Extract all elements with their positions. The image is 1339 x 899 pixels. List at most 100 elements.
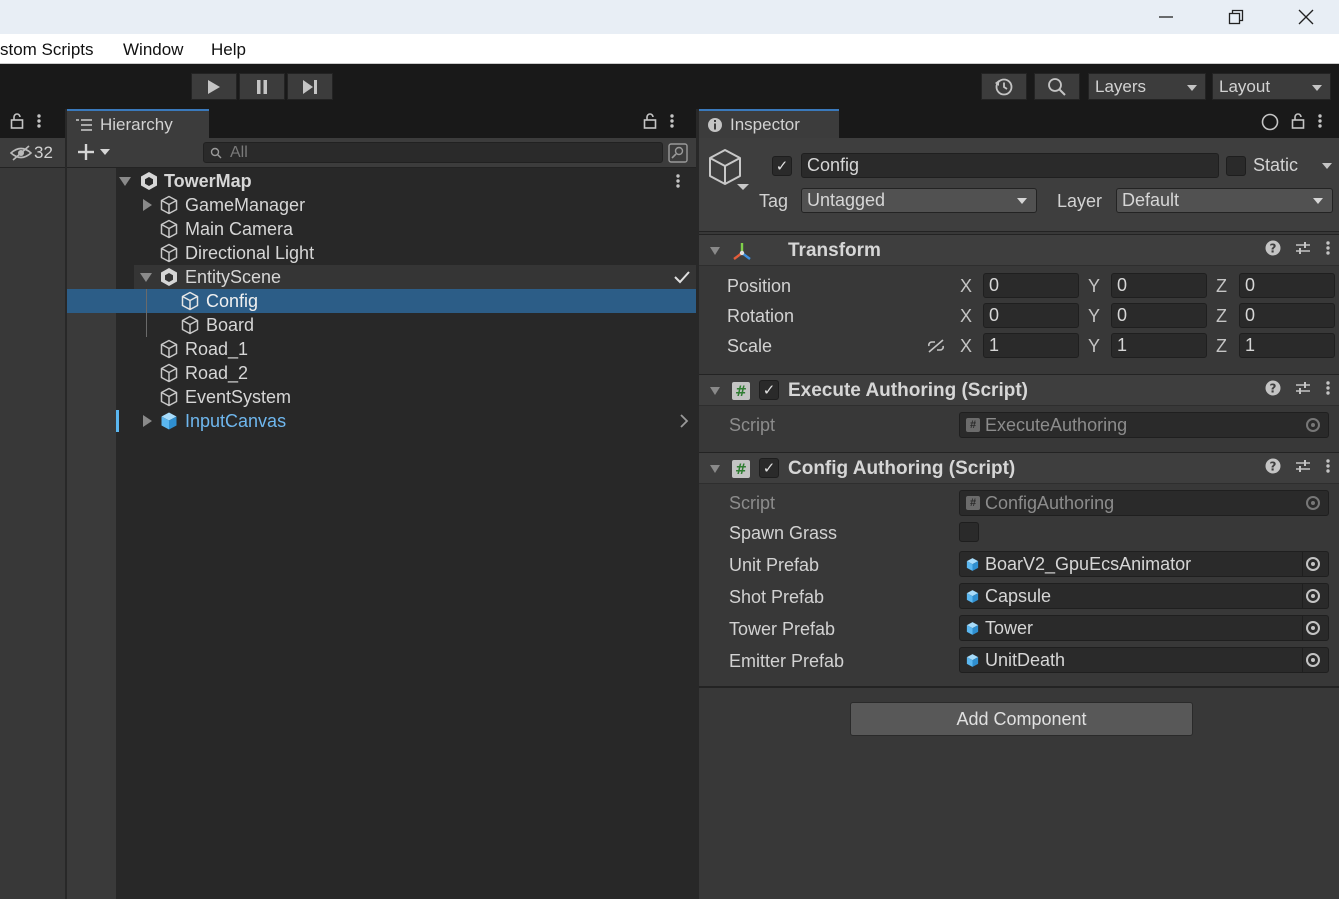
rotation-z-field[interactable]: 0 (1239, 303, 1335, 328)
hierarchy-row-towermap[interactable]: TowerMap (67, 169, 696, 193)
object-name-field[interactable]: Config (801, 153, 1219, 178)
spawn-grass-checkbox[interactable] (959, 522, 979, 542)
checkmark-icon[interactable] (674, 270, 690, 284)
lock-icon[interactable] (10, 113, 24, 129)
more-options-icon[interactable] (675, 173, 681, 189)
hierarchy-row-gamemanager[interactable]: GameManager (67, 193, 696, 217)
execute-authoring-enabled-checkbox[interactable]: ✓ (759, 380, 779, 400)
more-options-icon[interactable] (1325, 240, 1331, 256)
hierarchy-row-label: Board (206, 314, 255, 335)
hierarchy-row-board[interactable]: Board (67, 313, 696, 337)
chevron-down-icon (1313, 198, 1323, 204)
lock-icon[interactable] (1291, 113, 1305, 129)
search-button[interactable] (1034, 73, 1080, 100)
axis-x-label: X (960, 306, 973, 326)
help-icon[interactable]: ? (1265, 240, 1281, 256)
prefab-icon (161, 412, 177, 430)
position-z-field[interactable]: 0 (1239, 273, 1335, 298)
tree-line (146, 289, 147, 313)
fold-right-icon[interactable] (143, 415, 152, 427)
tab-inspector[interactable]: Inspector (699, 109, 839, 138)
restore-icon[interactable] (1201, 0, 1271, 34)
scale-z-field[interactable]: 1 (1239, 333, 1335, 358)
more-options-icon[interactable] (1325, 458, 1331, 474)
position-y-field[interactable]: 0 (1111, 273, 1207, 298)
menu-custom-scripts[interactable]: stom Scripts (0, 40, 94, 60)
unit-prefab-field[interactable]: BoarV2_GpuEcsAnimator (959, 551, 1329, 577)
layers-dropdown[interactable]: Layers (1088, 73, 1206, 100)
hierarchy-toolbar: All (67, 138, 696, 168)
execute-authoring-header[interactable]: # ✓ Execute Authoring (Script) ? (699, 374, 1339, 406)
hidden-objects-toggle[interactable]: 32 (0, 138, 65, 168)
play-button[interactable] (191, 73, 237, 100)
history-button[interactable] (981, 73, 1027, 100)
active-checkbox[interactable]: ✓ (772, 156, 792, 176)
position-x-field[interactable]: 0 (983, 273, 1079, 298)
hierarchy-row-inputcanvas[interactable]: InputCanvas (67, 409, 696, 433)
layer-dropdown[interactable]: Default (1116, 188, 1333, 213)
presets-icon[interactable] (1295, 380, 1311, 396)
chevron-right-icon[interactable] (679, 414, 689, 428)
config-authoring-enabled-checkbox[interactable]: ✓ (759, 458, 779, 478)
tag-dropdown[interactable]: Untagged (801, 188, 1037, 213)
add-component-button[interactable]: Add Component (850, 702, 1193, 736)
hierarchy-row-directional-light[interactable]: Directional Light (67, 241, 696, 265)
step-button[interactable] (287, 73, 333, 100)
fold-down-icon[interactable] (709, 246, 721, 256)
object-picker-icon[interactable] (1306, 557, 1320, 571)
minimize-icon[interactable] (1131, 0, 1201, 34)
more-options-icon[interactable] (1325, 380, 1331, 396)
menu-help[interactable]: Help (211, 40, 246, 60)
hierarchy-row-entityscene[interactable]: EntityScene (134, 265, 696, 289)
more-options-icon[interactable] (669, 113, 675, 129)
svg-text:#: # (735, 462, 747, 478)
prefab-icon (966, 558, 979, 571)
hierarchy-row-label: Road_2 (185, 362, 249, 383)
tower-prefab-field[interactable]: Tower (959, 615, 1329, 641)
fold-right-icon[interactable] (143, 199, 152, 211)
hierarchy-search-input[interactable]: All (203, 142, 663, 163)
shot-prefab-field[interactable]: Capsule (959, 583, 1329, 609)
chevron-down-icon[interactable] (1321, 162, 1333, 170)
link-broken-icon[interactable] (926, 338, 946, 354)
gameobject-icon[interactable] (707, 148, 757, 198)
fold-down-icon[interactable] (709, 464, 721, 474)
presets-icon[interactable] (1295, 458, 1311, 474)
close-icon[interactable] (1271, 0, 1339, 34)
scale-x-field[interactable]: 1 (983, 333, 1079, 358)
fold-down-icon[interactable] (709, 386, 721, 396)
fold-down-icon[interactable] (140, 272, 152, 282)
lock-icon[interactable] (643, 113, 657, 129)
rotation-x-field[interactable]: 0 (983, 303, 1079, 328)
tab-hierarchy[interactable]: Hierarchy (67, 109, 209, 138)
axis-y-label: Y (1088, 276, 1101, 296)
hierarchy-row-road-2[interactable]: Road_2 (67, 361, 696, 385)
object-picker-icon[interactable] (1306, 653, 1320, 667)
more-options-icon[interactable] (1317, 113, 1323, 129)
menu-window[interactable]: Window (123, 40, 183, 60)
help-icon[interactable]: ? (1265, 380, 1281, 396)
presets-icon[interactable] (1295, 240, 1311, 256)
config-authoring-header[interactable]: # ✓ Config Authoring (Script) ? (699, 452, 1339, 484)
object-picker-icon[interactable] (1306, 589, 1320, 603)
more-options-icon[interactable] (36, 113, 42, 129)
pause-button[interactable] (239, 73, 285, 100)
help-icon[interactable]: ? (1265, 458, 1281, 474)
transform-header[interactable]: Transform ? (699, 234, 1339, 266)
hierarchy-row-eventsystem[interactable]: EventSystem (67, 385, 696, 409)
static-checkbox[interactable] (1226, 156, 1246, 176)
layout-dropdown[interactable]: Layout (1212, 73, 1331, 100)
circle-icon[interactable] (1261, 113, 1279, 131)
script-icon: # (732, 382, 750, 400)
hierarchy-row-road-1[interactable]: Road_1 (67, 337, 696, 361)
object-picker-icon[interactable] (1306, 621, 1320, 635)
fold-down-icon[interactable] (119, 176, 131, 186)
scene-search-icon[interactable] (668, 143, 688, 163)
rotation-y-field[interactable]: 0 (1111, 303, 1207, 328)
hierarchy-row-main-camera[interactable]: Main Camera (67, 217, 696, 241)
create-button[interactable] (77, 143, 111, 161)
emitter-prefab-field[interactable]: UnitDeath (959, 647, 1329, 673)
scale-y-field[interactable]: 1 (1111, 333, 1207, 358)
hierarchy-gutter (67, 168, 116, 899)
hierarchy-row-config[interactable]: Config (67, 289, 696, 313)
